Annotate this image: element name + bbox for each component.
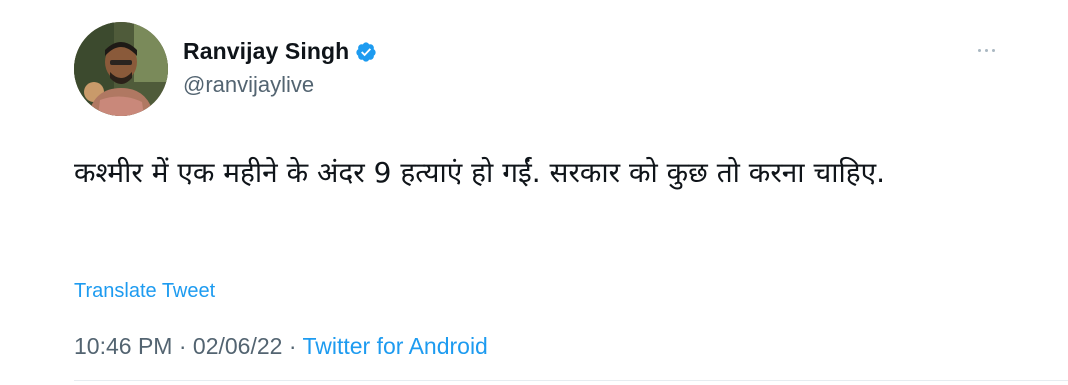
tweet-date[interactable]: 02/06/22 — [193, 333, 283, 359]
divider — [74, 380, 1068, 381]
tweet-meta: 10:46 PM · 02/06/22 · Twitter for Androi… — [74, 333, 488, 360]
avatar[interactable] — [74, 22, 168, 116]
author-name-row: Ranvijay Singh — [183, 38, 377, 65]
tweet-text: कश्मीर में एक महीने के अंदर 9 हत्याएं हो… — [74, 156, 885, 189]
more-options-icon[interactable] — [970, 38, 1002, 62]
tweet-source-link[interactable]: Twitter for Android — [302, 333, 487, 359]
tweet-card: Ranvijay Singh @ranvijaylive कश्मीर में … — [0, 0, 1068, 385]
author-name[interactable]: Ranvijay Singh — [183, 38, 349, 65]
meta-separator: · — [288, 333, 297, 359]
verified-badge-icon — [355, 41, 377, 63]
author-handle[interactable]: @ranvijaylive — [183, 72, 314, 98]
avatar-photo-icon — [74, 22, 168, 116]
meta-separator: · — [178, 333, 187, 359]
tweet-time[interactable]: 10:46 PM — [74, 333, 172, 359]
translate-tweet-link[interactable]: Translate Tweet — [74, 280, 215, 303]
